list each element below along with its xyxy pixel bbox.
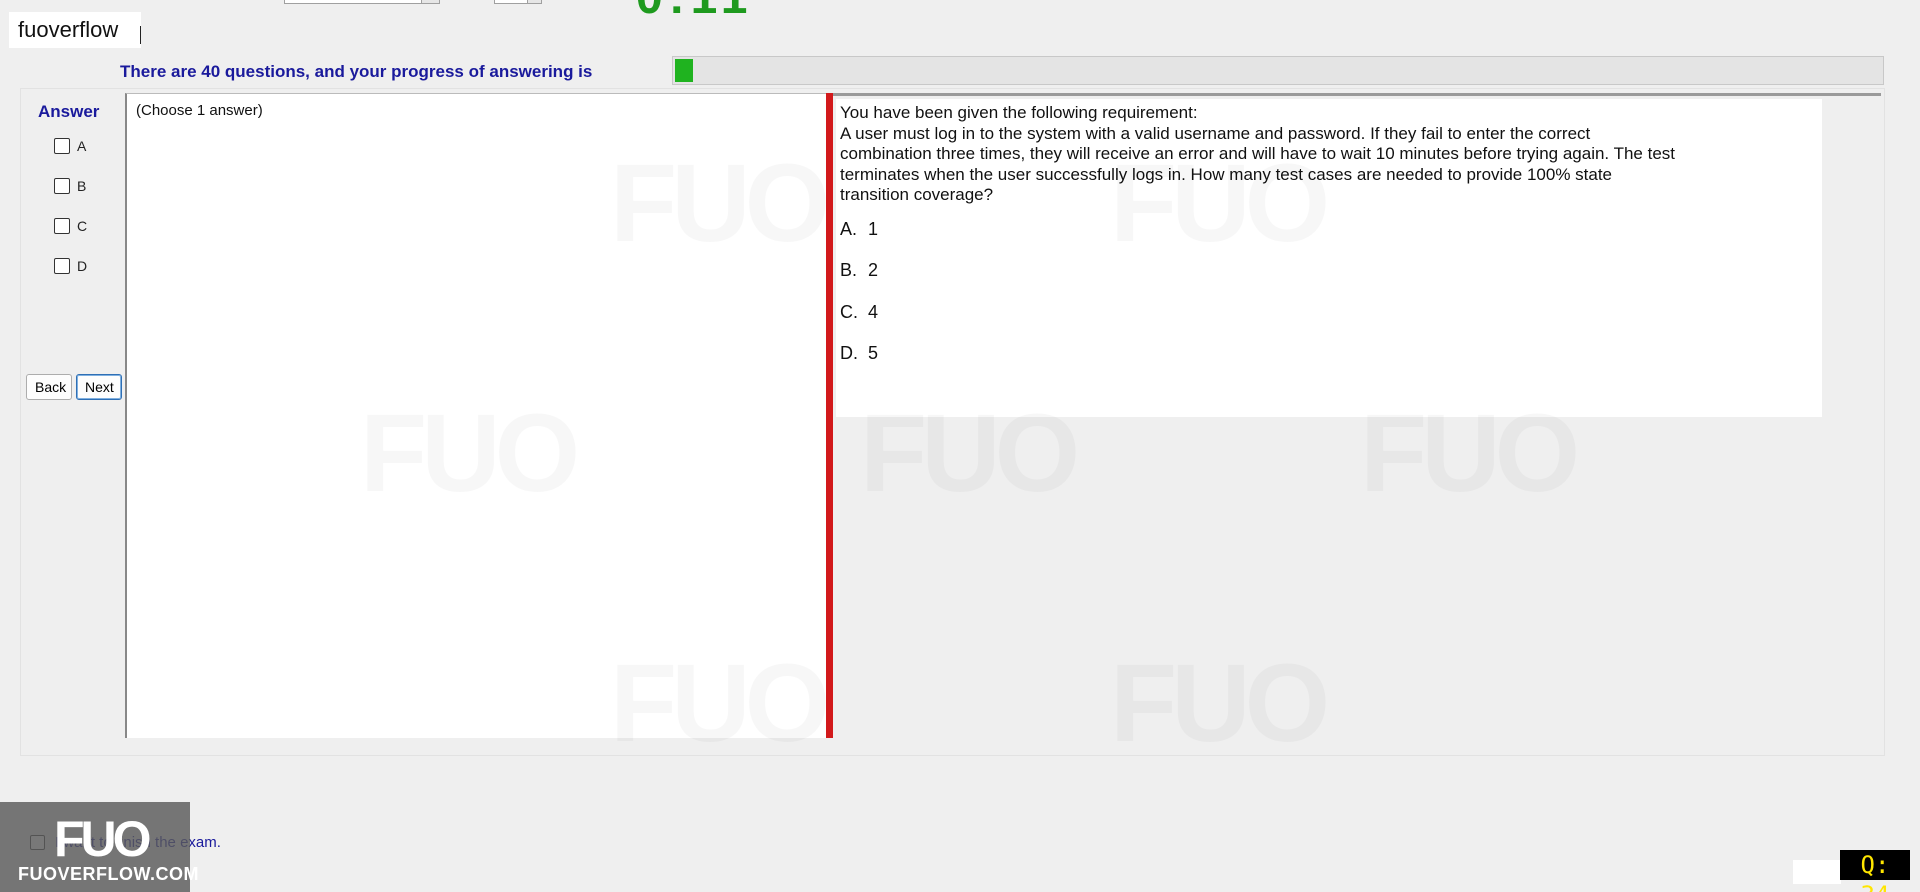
answer-option-d[interactable]: D <box>54 258 87 274</box>
choice-text: 1 <box>868 219 879 239</box>
choice-text: 5 <box>868 343 879 363</box>
checkbox-a[interactable] <box>54 138 70 154</box>
fuoverflow-logo: FUO FUOVERFLOW.COM <box>0 802 199 892</box>
answer-option-a[interactable]: A <box>54 138 86 154</box>
checkbox-d[interactable] <box>54 258 70 274</box>
back-button[interactable]: Back <box>26 374 72 400</box>
watermark: FUO <box>860 390 1074 517</box>
question-choice-b: B. 2 <box>840 260 878 281</box>
pane-splitter[interactable] <box>826 93 833 738</box>
question-choice-d: D. 5 <box>840 343 878 364</box>
question-line: combination three times, they will recei… <box>840 144 1675 163</box>
question-text-box: You have been given the following requir… <box>836 99 1822 417</box>
question-choice-a: A. 1 <box>840 219 878 240</box>
answer-option-label: C <box>77 218 88 234</box>
progress-label: There are 40 questions, and your progres… <box>120 62 593 81</box>
next-button[interactable]: Next <box>76 374 122 400</box>
choice-letter: A. <box>840 219 858 239</box>
choice-letter: B. <box>840 260 858 280</box>
choice-text: 4 <box>868 302 879 322</box>
watermark: FUO <box>1360 390 1574 517</box>
watermark: FUO <box>360 390 574 517</box>
answer-option-label: B <box>77 178 87 194</box>
progress-bar <box>672 56 1884 85</box>
exam-timer: 0:11 <box>636 0 753 25</box>
checkbox-b[interactable] <box>54 178 70 194</box>
question-counter: Q: 34 <box>1840 850 1910 892</box>
question-line: transition coverage? <box>840 185 994 204</box>
answer-option-b[interactable]: B <box>54 178 86 194</box>
choice-text: 2 <box>868 260 879 280</box>
question-line: A user must log in to the system with a … <box>840 123 1591 143</box>
spinner-arrows-icon[interactable] <box>527 0 541 3</box>
watermark: FUO <box>1110 140 1324 267</box>
checkbox-c[interactable] <box>54 218 70 234</box>
watermark: FUO <box>1110 640 1324 767</box>
top-spinner[interactable] <box>494 0 542 4</box>
watermark: FUO <box>610 640 824 767</box>
chevron-down-icon[interactable] <box>421 0 439 3</box>
choice-letter: C. <box>840 302 858 322</box>
logo-mark: FUO <box>54 811 152 867</box>
choose-hint: (Choose 1 answer) <box>136 102 263 119</box>
watermark: FUO <box>610 140 824 267</box>
answer-option-label: D <box>77 258 88 274</box>
exam-window: 0:11 fuoverflow There are 40 questions, … <box>0 0 1920 892</box>
logo-text: FUOVERFLOW.COM <box>18 864 199 884</box>
question-line: You have been given the following requir… <box>840 103 1198 122</box>
question-line: terminates when the user successfully lo… <box>840 164 1613 184</box>
progress-bar-fill <box>673 57 695 84</box>
brand-label: fuoverflow <box>9 12 141 48</box>
answer-title: Answer <box>38 102 100 121</box>
answer-option-label: A <box>77 138 87 154</box>
answer-option-c[interactable]: C <box>54 218 87 234</box>
question-choice-c: C. 4 <box>840 302 878 323</box>
choice-letter: D. <box>840 343 858 363</box>
counter-backdrop <box>1793 860 1841 884</box>
text-cursor <box>140 26 141 44</box>
top-dropdown[interactable] <box>284 0 440 4</box>
